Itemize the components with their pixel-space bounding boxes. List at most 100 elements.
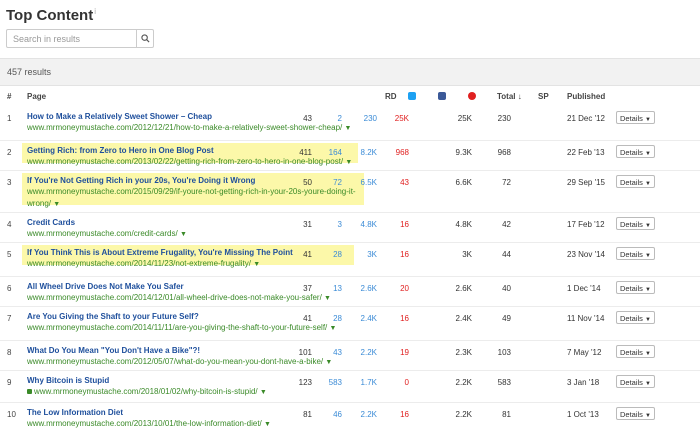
pinterest-value: 43 [400, 178, 409, 187]
facebook-value: 230 [363, 114, 377, 123]
sp-value: 230 [497, 114, 511, 123]
details-button[interactable]: Details ▼ [616, 175, 655, 188]
page-url[interactable]: www.mrmoneymustache.com/2014/11/23/not-e… [27, 258, 260, 271]
page-url[interactable]: www.mrmoneymustache.com/2014/11/11/are-y… [27, 322, 336, 335]
page-title-link[interactable]: Are You Giving the Shaft to your Future … [27, 312, 199, 321]
rd-value: 41 [303, 250, 312, 259]
row-number: 8 [7, 348, 12, 357]
url-dropdown-icon[interactable]: ▼ [330, 325, 337, 332]
published-date: 1 Dec '14 [567, 284, 601, 293]
url-dropdown-icon[interactable]: ▼ [325, 359, 332, 366]
col-rd[interactable]: RD [385, 92, 397, 101]
col-sp[interactable]: SP [538, 92, 549, 101]
details-button[interactable]: Details ▼ [616, 145, 655, 158]
pinterest-value: 0 [404, 378, 409, 387]
row-separator [0, 306, 700, 307]
search-button[interactable] [136, 30, 153, 47]
chevron-down-icon: ▼ [644, 223, 651, 229]
search-input[interactable] [7, 30, 136, 47]
url-dropdown-icon[interactable]: ▼ [324, 295, 331, 302]
sp-value: 42 [502, 220, 511, 229]
details-button[interactable]: Details ▼ [616, 217, 655, 230]
url-dropdown-icon[interactable]: ▼ [53, 201, 60, 208]
row-separator [0, 402, 700, 403]
url-dropdown-icon[interactable]: ▼ [264, 421, 271, 428]
details-button[interactable]: Details ▼ [616, 281, 655, 294]
url-dropdown-icon[interactable]: ▼ [260, 389, 267, 396]
rd-value: 101 [298, 348, 312, 357]
total-value: 4.8K [455, 220, 472, 229]
page-title-link[interactable]: Getting Rich: from Zero to Hero in One B… [27, 146, 214, 155]
chevron-down-icon: ▼ [644, 317, 651, 323]
chevron-down-icon: ▼ [644, 181, 651, 187]
url-dropdown-icon[interactable]: ▼ [345, 159, 352, 166]
details-button[interactable]: Details ▼ [616, 247, 655, 260]
page-url[interactable]: www.mrmoneymustache.com/2014/12/01/all-w… [27, 292, 331, 305]
pinterest-value: 968 [395, 148, 409, 157]
details-button[interactable]: Details ▼ [616, 111, 655, 124]
total-value: 2.2K [455, 410, 472, 419]
row-number: 2 [7, 148, 12, 157]
page-url[interactable]: www.mrmoneymustache.com/2013/10/01/the-l… [27, 418, 271, 431]
page-title-link[interactable]: All Wheel Drive Does Not Make You Safer [27, 282, 184, 291]
rd-value: 31 [303, 220, 312, 229]
url-dropdown-icon[interactable]: ▼ [180, 231, 187, 238]
row-number: 6 [7, 284, 12, 293]
pinterest-icon[interactable] [468, 92, 476, 100]
url-dropdown-icon[interactable]: ▼ [253, 261, 260, 268]
twitter-value: 164 [328, 148, 342, 157]
published-date: 1 Oct '13 [567, 410, 599, 419]
page-title-link[interactable]: The Low Information Diet [27, 408, 123, 417]
twitter-icon[interactable] [408, 92, 416, 100]
page-url[interactable]: www.mrmoneymustache.com/2012/05/07/what-… [27, 356, 332, 369]
results-bar: 457 results [0, 58, 700, 86]
twitter-value: 72 [333, 178, 342, 187]
details-button[interactable]: Details ▼ [616, 375, 655, 388]
row-separator [0, 212, 700, 213]
row-number: 4 [7, 220, 12, 229]
row-separator [0, 340, 700, 341]
page-url[interactable]: www.mrmoneymustache.com/2012/12/21/how-t… [27, 122, 351, 135]
col-total[interactable]: Total ↓ [497, 92, 522, 101]
page-title-link[interactable]: Why Bitcoin is Stupid [27, 376, 109, 385]
page-title-link[interactable]: What Do You Mean "You Don't Have a Bike"… [27, 346, 200, 355]
twitter-value: 2 [337, 114, 342, 123]
rd-value: 411 [299, 148, 312, 157]
details-button[interactable]: Details ▼ [616, 345, 655, 358]
page-title-link[interactable]: If You Think This is About Extreme Fruga… [27, 248, 293, 257]
row-separator [0, 170, 700, 171]
page-url[interactable]: www.mrmoneymustache.com/2013/02/22/getti… [27, 156, 352, 169]
published-date: 29 Sep '15 [567, 178, 606, 187]
pinterest-value: 16 [400, 250, 409, 259]
page-url[interactable]: www.mrmoneymustache.com/credit-cards/ ▼ [27, 228, 187, 241]
row-separator [0, 370, 700, 371]
row-separator [0, 242, 700, 243]
page-title: Top Contenti [6, 7, 96, 24]
info-icon[interactable]: i [94, 7, 96, 16]
page-url[interactable]: www.mrmoneymustache.com/2018/01/02/why-b… [27, 386, 267, 399]
page-url[interactable]: www.mrmoneymustache.com/2015/09/29/if-yo… [27, 186, 356, 211]
page-title-link[interactable]: Credit Cards [27, 218, 75, 227]
row-number: 9 [7, 378, 12, 387]
col-published[interactable]: Published [567, 92, 605, 101]
chevron-down-icon: ▼ [644, 253, 651, 259]
sp-value: 40 [502, 284, 511, 293]
twitter-value: 43 [333, 348, 342, 357]
published-date: 21 Dec '12 [567, 114, 605, 123]
sp-value: 81 [502, 410, 511, 419]
pinterest-value: 16 [400, 410, 409, 419]
page-title-link[interactable]: How to Make a Relatively Sweet Shower – … [27, 112, 212, 121]
twitter-value: 13 [333, 284, 342, 293]
total-value: 2.6K [455, 284, 472, 293]
published-date: 17 Feb '12 [567, 220, 605, 229]
url-dropdown-icon[interactable]: ▼ [344, 125, 351, 132]
sp-value: 49 [502, 314, 511, 323]
details-button[interactable]: Details ▼ [616, 311, 655, 324]
facebook-value: 2.2K [360, 348, 377, 357]
page-title-link[interactable]: If You're Not Getting Rich in your 20s, … [27, 176, 255, 185]
facebook-icon[interactable] [438, 92, 446, 100]
details-button[interactable]: Details ▼ [616, 407, 655, 420]
rd-value: 81 [303, 410, 312, 419]
pinterest-value: 16 [400, 220, 409, 229]
chevron-down-icon: ▼ [644, 381, 651, 387]
